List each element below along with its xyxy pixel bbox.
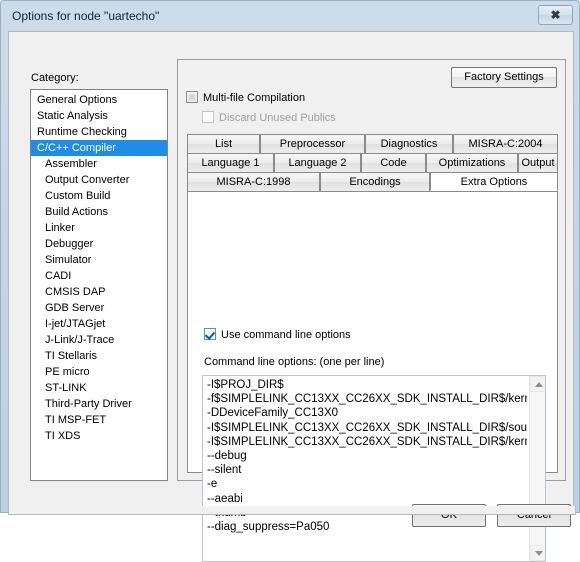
tab-language-1[interactable]: Language 1 [187,153,274,172]
category-item[interactable]: Debugger [31,236,167,252]
category-item[interactable]: Static Analysis [31,108,167,124]
tab-strip: List Preprocessor Diagnostics MISRA-C:2004 … [187,134,558,191]
category-item[interactable]: PE micro [31,364,167,380]
vertical-scrollbar[interactable] [529,376,545,561]
tab-row-1: List Preprocessor Diagnostics MISRA-C:2004 [187,134,558,153]
close-icon[interactable]: ✖ [538,5,573,25]
category-list[interactable]: General Options Static Analysis Runtime Ch… [30,89,168,481]
category-item[interactable]: Assembler [31,156,167,172]
command-line-options-textarea[interactable]: -I$PROJ_DIR$ -f$SIMPLELINK_CC13XX_CC26XX… [202,375,546,562]
category-label: Category: [31,72,79,84]
settings-panel: Factory Settings Multi-file Compilation … [177,59,566,562]
scroll-up-arrow-icon[interactable] [530,376,545,392]
discard-unused-publics-checkbox: Discard Unused Publics [202,111,336,124]
tab-extra-options[interactable]: Extra Options [430,172,558,191]
category-item[interactable]: GDB Server [31,300,167,316]
category-item[interactable]: Linker [31,220,167,236]
tab-misra-c-2004[interactable]: MISRA-C:2004 [453,134,558,153]
tab-misra-c-1998[interactable]: MISRA-C:1998 [187,172,320,191]
category-item[interactable]: Build Actions [31,204,167,220]
tab-list[interactable]: List [187,134,260,153]
checkbox-box-multifile [186,91,198,103]
options-dialog-window: Options for node "uartecho" ✖ Category: … [0,0,580,562]
tab-output[interactable]: Output [518,153,558,172]
tab-optimizations[interactable]: Optimizations [426,153,518,172]
category-item[interactable]: ST-LINK [31,380,167,396]
multifile-compilation-checkbox[interactable]: Multi-file Compilation [186,91,305,104]
category-item[interactable]: Runtime Checking [31,124,167,140]
dialog-client-area: Category: General Options Static Analysis… [8,31,574,562]
category-item[interactable]: Third-Party Driver [31,396,167,412]
category-item[interactable]: Output Converter [31,172,167,188]
dialog-bottom-edge [8,506,576,515]
category-item[interactable]: CMSIS DAP [31,284,167,300]
category-item[interactable]: TI MSP-FET [31,412,167,428]
category-item[interactable]: C/C++ Compiler [31,140,167,156]
category-item[interactable]: Custom Build [31,188,167,204]
extra-options-tab-panel: Use command line options Command line op… [187,191,558,562]
multifile-compilation-label: Multi-file Compilation [203,92,306,104]
window-title: Options for node "uartecho" [12,9,160,23]
use-command-line-options-label: Use command line options [221,329,351,341]
tab-diagnostics[interactable]: Diagnostics [365,134,453,153]
category-item[interactable]: TI XDS [31,428,167,444]
tab-code[interactable]: Code [361,153,426,172]
tab-encodings[interactable]: Encodings [320,172,430,191]
category-item[interactable]: I-jet/JTAGjet [31,316,167,332]
use-command-line-options-checkbox[interactable]: Use command line options [204,328,351,341]
tab-row-2: Language 1 Language 2 Code Optimizations Out… [187,153,558,172]
tab-preprocessor[interactable]: Preprocessor [260,134,365,153]
tab-row-3: MISRA-C:1998 Encodings Extra Options [187,172,558,191]
category-item[interactable]: J-Link/J-Trace [31,332,167,348]
category-item[interactable]: CADI [31,268,167,284]
checkbox-box-discard [202,111,214,123]
factory-settings-button[interactable]: Factory Settings [451,67,557,88]
category-item[interactable]: Simulator [31,252,167,268]
category-item[interactable]: TI Stellaris [31,348,167,364]
title-bar: Options for node "uartecho" ✖ [1,1,579,31]
category-item[interactable]: General Options [31,92,167,108]
tab-language-2[interactable]: Language 2 [274,153,361,172]
command-line-options-caption: Command line options: (one per line) [204,356,385,368]
scroll-down-arrow-icon[interactable] [530,545,545,561]
discard-unused-publics-label: Discard Unused Publics [219,112,336,124]
checkbox-box-use-cmdline [204,328,216,340]
